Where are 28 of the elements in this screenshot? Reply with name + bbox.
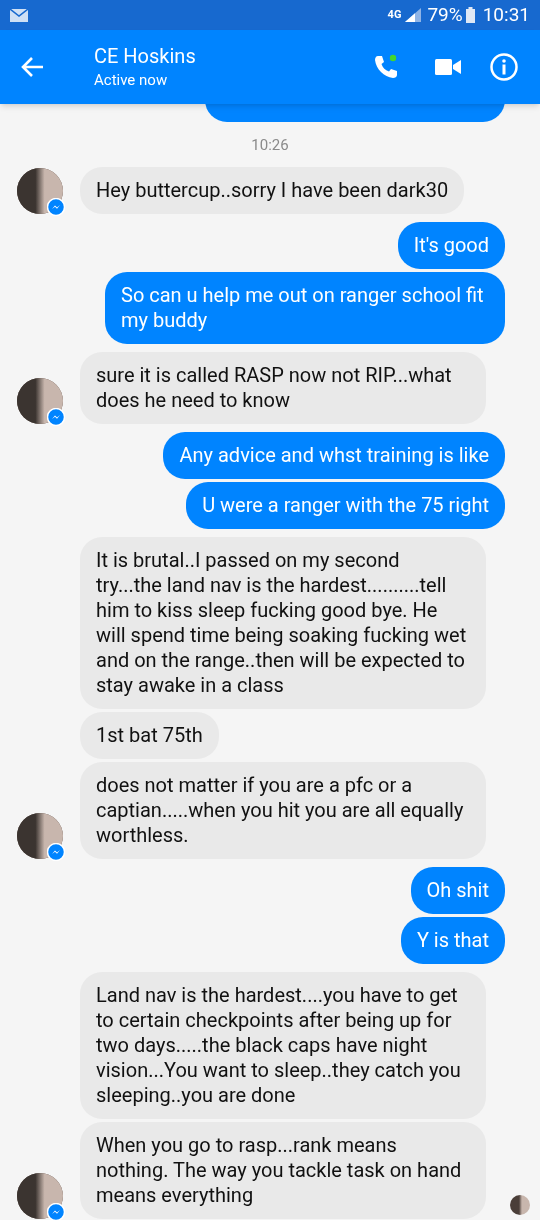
sent-message-bubble: It's good: [397, 221, 505, 269]
messenger-badge-icon: [47, 407, 65, 426]
messenger-badge-icon: [47, 842, 65, 861]
messenger-badge-icon: [47, 197, 65, 216]
contact-name: CE Hoskins: [94, 44, 197, 68]
back-arrow-icon: [21, 56, 45, 78]
signal-icon: [405, 8, 422, 22]
battery-percent: 79%: [427, 1, 463, 28]
mail-icon: [10, 8, 28, 22]
info-icon: [489, 52, 519, 82]
received-message-bubble: Land nav is the hardest....you have to get to certain checkpoints after being up for two days.....the black caps have night vision...You want to sleep..they catch you sleeping..you are done: [80, 971, 486, 1119]
received-message-bubble: It is brutal..I passed on my second try...the land nav is the hardest..........tell him to kiss sleep fucking good bye. He will spend time being soaking fucking wet and on the range..then will be expected to stay awake in a class: [80, 536, 486, 709]
battery-icon: [465, 7, 475, 23]
received-message-bubble: When you go to rasp...rank means nothing. The way you tackle task on hand means everything: [80, 1121, 486, 1219]
network-label: 4G: [387, 6, 402, 23]
contact-status: Active now: [94, 70, 169, 90]
sent-message-bubble: U were a ranger with the 75 right: [186, 481, 505, 529]
sent-message-bubble: Y is that: [400, 916, 505, 964]
received-message-bubble: does not matter if you are a pfc or a captian.....when you hit you are all equally worthless.: [80, 761, 486, 859]
clock: 10:31: [482, 1, 530, 28]
message-timestamp: 10:26: [251, 135, 289, 156]
received-message-bubble: sure it is called RASP now not RIP...what does he need to know: [80, 351, 486, 424]
sent-message-bubble: Any advice and whst training is like: [163, 431, 505, 479]
received-message-bubble: Hey buttercup..sorry I have been dark30: [80, 166, 465, 214]
sent-message-bubble: So can u help me out on ranger school fit my buddy: [105, 271, 505, 344]
video-camera-icon: [435, 58, 461, 76]
sent-message-bubble: Oh shit: [410, 866, 505, 914]
received-message-bubble: 1st bat 75th: [80, 711, 219, 759]
